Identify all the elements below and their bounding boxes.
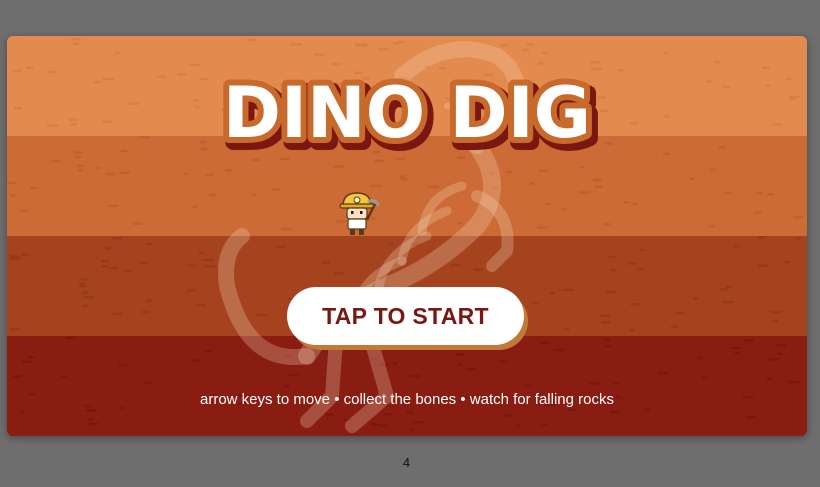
page-number: 4	[402, 455, 411, 470]
game-canvas[interactable]: DINO DIG DINO DIG DINO DIG TAP TO START …	[7, 36, 807, 436]
game-title: DINO DIG DINO DIG DINO DIG	[217, 66, 603, 167]
title-text: DINO DIG	[223, 72, 591, 154]
instructions-text: arrow keys to move • collect the bones •…	[199, 391, 614, 408]
start-button[interactable]: TAP TO START	[287, 287, 524, 345]
miner-icon	[339, 192, 379, 235]
